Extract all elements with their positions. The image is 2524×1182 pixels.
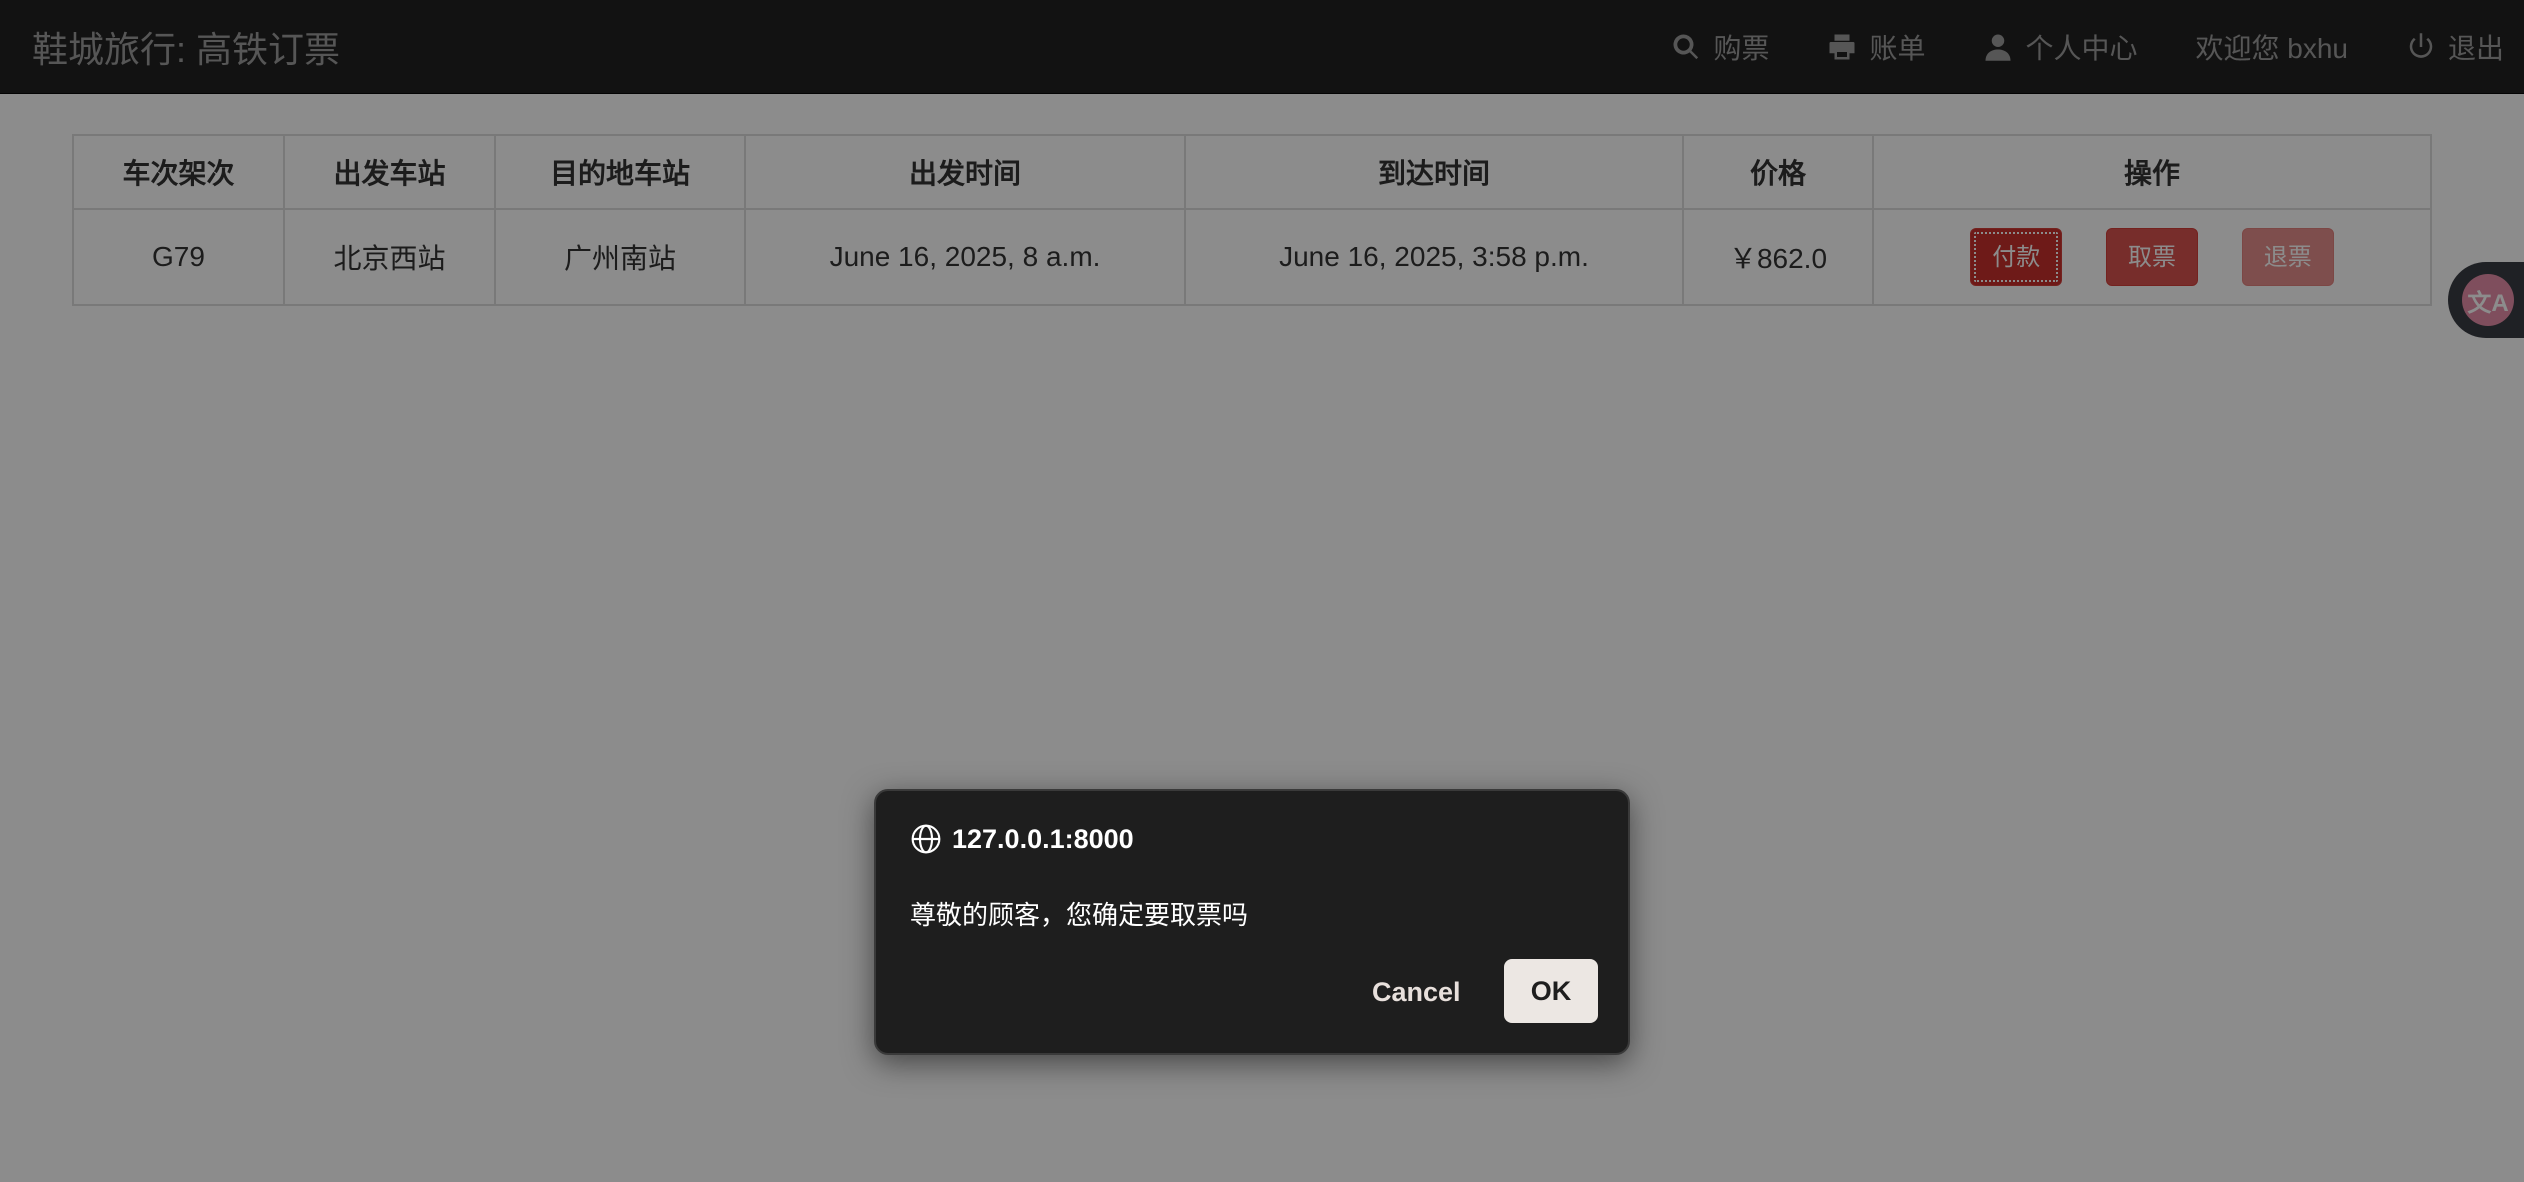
ok-button[interactable]: OK bbox=[1504, 959, 1598, 1023]
globe-icon bbox=[911, 824, 941, 854]
dialog-origin-text: 127.0.0.1:8000 bbox=[952, 823, 1134, 854]
cancel-button[interactable]: Cancel bbox=[1364, 961, 1469, 1023]
dialog-message: 尊敬的顾客，您确定要取票吗 bbox=[910, 900, 1249, 930]
dialog-origin: 127.0.0.1:8000 bbox=[910, 823, 1134, 855]
confirm-dialog: 127.0.0.1:8000 尊敬的顾客，您确定要取票吗 Cancel OK bbox=[874, 789, 1630, 1055]
